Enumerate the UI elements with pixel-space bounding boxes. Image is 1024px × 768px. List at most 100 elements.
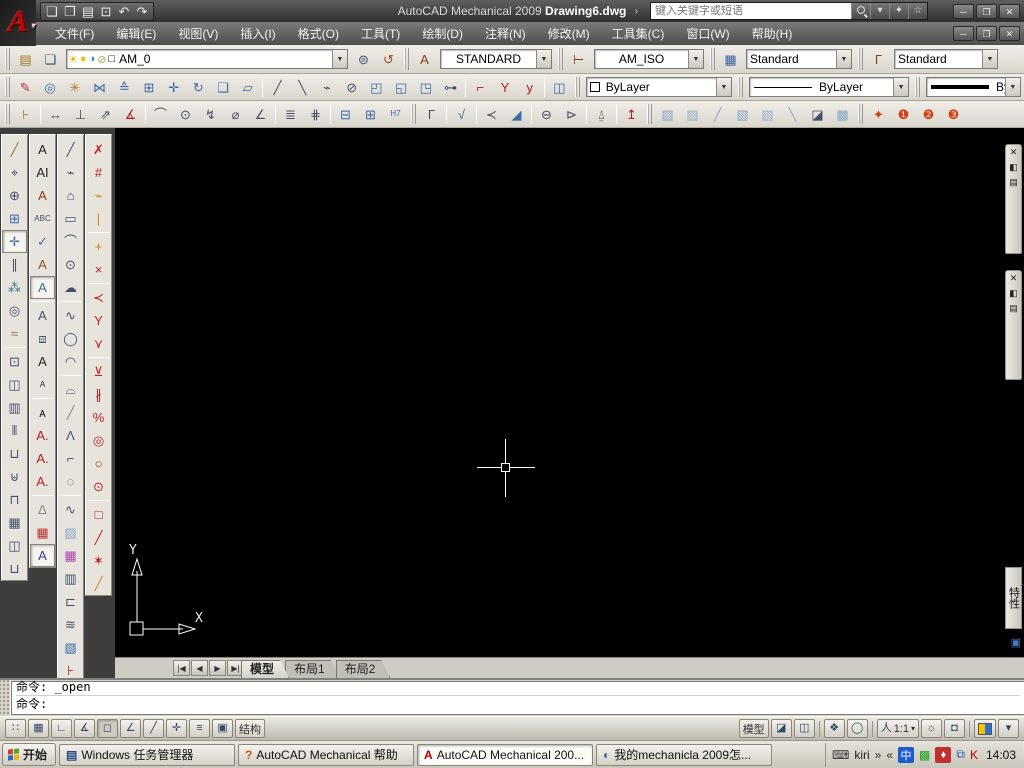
cline-y-button[interactable]: Y — [86, 309, 111, 332]
toolbar-handle[interactable] — [574, 76, 580, 98]
drawing-canvas[interactable]: Y X ✕ ◧ ▤ ✕ ◧ ▤ 特性 ▣ — [115, 128, 1024, 657]
leader-button[interactable]: Γ — [419, 103, 444, 126]
structure-button[interactable]: 结构 — [235, 719, 265, 738]
gradient-button[interactable]: ▦ — [58, 544, 83, 567]
layer-properties-button[interactable]: ▤ — [13, 48, 38, 71]
point-style-button[interactable]: ⌖ — [2, 161, 27, 184]
spell-check-button[interactable]: ✓ — [30, 230, 55, 253]
csquare-button[interactable]: □ — [86, 503, 111, 526]
dim-angular-button[interactable]: ∠ — [248, 103, 273, 126]
fillet-button[interactable]: ◱ — [389, 76, 414, 99]
array-button[interactable]: ⊞ — [137, 76, 162, 99]
text-dot-3-button[interactable]: A. — [30, 470, 55, 493]
detail-border-button[interactable]: ⊞ — [2, 207, 27, 230]
osnap-toggle-button[interactable]: ◻ — [97, 719, 118, 738]
spline-button[interactable]: ∿ — [58, 304, 83, 327]
minimize-button[interactable]: ─ — [953, 3, 974, 19]
layer-states-button[interactable]: ❏ — [38, 48, 63, 71]
task-browser[interactable]: ◐ 我的mechanicla 2009怎... — [596, 743, 773, 766]
datum-target-button[interactable]: ⊳ — [559, 103, 584, 126]
task-autocad-mechanical[interactable]: A AutoCAD Mechanical 200... — [417, 743, 594, 766]
annotation-1-button[interactable]: ❶ — [891, 103, 916, 126]
dim-baseline-button[interactable]: ≣ — [278, 103, 303, 126]
polar-toggle-button[interactable]: ∡ — [74, 719, 95, 738]
annotation-scale-button[interactable]: 人 1:1 ▾ — [876, 719, 919, 738]
layout-button[interactable]: ◪ — [770, 719, 792, 738]
new-file-button[interactable]: ❏ — [43, 3, 61, 20]
wipeout-button[interactable]: ▧ — [58, 636, 83, 659]
text-large-button[interactable]: A — [30, 350, 55, 373]
lineweight-combo[interactable]: ByLayer▼ — [926, 77, 1021, 97]
menu-item-文件F[interactable]: 文件(F) — [44, 22, 105, 45]
toolbar-overflow-icon[interactable]: › — [635, 6, 638, 17]
text-small-button[interactable]: ᴀ — [30, 401, 55, 424]
tab-布局2[interactable]: 布局2 — [336, 660, 391, 678]
text-style-edit-button[interactable]: A — [30, 184, 55, 207]
favorites-button[interactable]: ☆ — [908, 3, 927, 19]
section-button[interactable]: ⊏ — [58, 590, 83, 613]
keyboard-tray-icon[interactable]: ⌨ — [832, 748, 849, 762]
language-flags-button[interactable]: ▦ — [30, 521, 55, 544]
command-line-text[interactable]: 命令: _open 命令: — [11, 680, 1024, 715]
properties-palette-tab[interactable]: 特性 — [1005, 567, 1022, 629]
dim-radius-button[interactable]: ⊙ — [173, 103, 198, 126]
dropdown-arrow-icon[interactable]: ▼ — [536, 50, 551, 68]
cline-cross-button[interactable]: ✗ — [86, 138, 111, 161]
ortho-toggle-button[interactable]: ∟ — [51, 719, 72, 738]
start-button[interactable]: 开始 — [2, 743, 57, 766]
dim-arc-button[interactable]: ⌒ — [148, 103, 173, 126]
menu-item-格式O[interactable]: 格式(O) — [287, 22, 350, 45]
print-button[interactable]: ⊡ — [97, 3, 115, 20]
ellipse-arc-button[interactable]: ◠ — [58, 350, 83, 373]
palette-autohide-button[interactable]: ◧ — [1007, 161, 1020, 173]
scale-button[interactable]: ❏ — [211, 76, 236, 99]
line-button[interactable]: ╱ — [58, 138, 83, 161]
hatch-45-button[interactable]: ▨ — [655, 103, 680, 126]
rectangle-button[interactable]: ▭ — [58, 207, 83, 230]
doc-close-button[interactable]: ✕ — [999, 26, 1020, 41]
text-style-icon-button[interactable]: A — [412, 48, 437, 71]
cone-button[interactable]: Λ — [58, 424, 83, 447]
dim-style-combo[interactable]: AM_ISO ▼ — [594, 49, 704, 69]
fits-button[interactable]: H7 — [383, 103, 408, 126]
construction-line-button[interactable]: ╱ — [58, 401, 83, 424]
dropdown-arrow-icon[interactable]: ▼ — [688, 50, 703, 68]
undo-button[interactable]: ↶ — [115, 3, 133, 20]
text-medium-button[interactable]: A — [30, 373, 55, 396]
cline-grid-button[interactable]: # — [86, 161, 111, 184]
dim-diameter-button[interactable]: ⌀ — [223, 103, 248, 126]
menu-item-绘制D[interactable]: 绘制(D) — [411, 22, 474, 45]
dropdown-arrow-icon[interactable]: ▼ — [332, 50, 347, 68]
dim-linear-button[interactable]: ↔ — [43, 103, 68, 126]
ellipse-button[interactable]: ◯ — [58, 327, 83, 350]
polyline-button[interactable]: ⌁ — [58, 161, 83, 184]
tray-shield-icon[interactable]: ♦ — [935, 746, 952, 763]
pan-button[interactable]: ❖ — [823, 719, 845, 738]
title-border-button[interactable]: ⊡ — [2, 350, 27, 373]
dim-jogged-button[interactable]: ↯ — [198, 103, 223, 126]
cline-scissors-button[interactable]: % — [86, 406, 111, 429]
dropdown-arrow-icon[interactable]: ▼ — [836, 50, 851, 68]
revision-arrow-button[interactable]: ↥ — [619, 103, 644, 126]
close-button[interactable]: ✕ — [999, 3, 1020, 19]
lineweight-toggle-button[interactable]: ≡ — [189, 719, 210, 738]
find-text-button[interactable]: ABC — [30, 207, 55, 230]
tray-monitor-icon[interactable]: ▩ — [919, 748, 930, 762]
text-dot-1-button[interactable]: A. — [30, 424, 55, 447]
section-u-button[interactable]: ⊔ — [2, 442, 27, 465]
open-file-button[interactable]: ❐ — [61, 3, 79, 20]
otrack-toggle-button[interactable]: ∠ — [120, 719, 141, 738]
annotation-visibility-button[interactable]: ☼ — [921, 719, 942, 738]
cline-horizontal-button[interactable]: ⌁ — [86, 184, 111, 207]
doc-restore-button[interactable]: ❐ — [976, 26, 997, 41]
toolbar-handle[interactable] — [558, 47, 563, 71]
chevron-expand-icon[interactable]: » — [875, 748, 882, 762]
menu-item-修改M[interactable]: 修改(M) — [537, 22, 601, 45]
search-button[interactable] — [851, 3, 870, 19]
text-style-combo[interactable]: STANDARD ▼ — [440, 49, 552, 69]
layer-previous-button[interactable]: ↺ — [376, 48, 401, 71]
taper-symbol-button[interactable]: ◢ — [504, 103, 529, 126]
corner-fillet-button[interactable]: ⌐ — [468, 76, 493, 99]
cline-bisect-button[interactable]: ≺ — [86, 286, 111, 309]
annotation-fire-button[interactable]: ✦ — [866, 103, 891, 126]
